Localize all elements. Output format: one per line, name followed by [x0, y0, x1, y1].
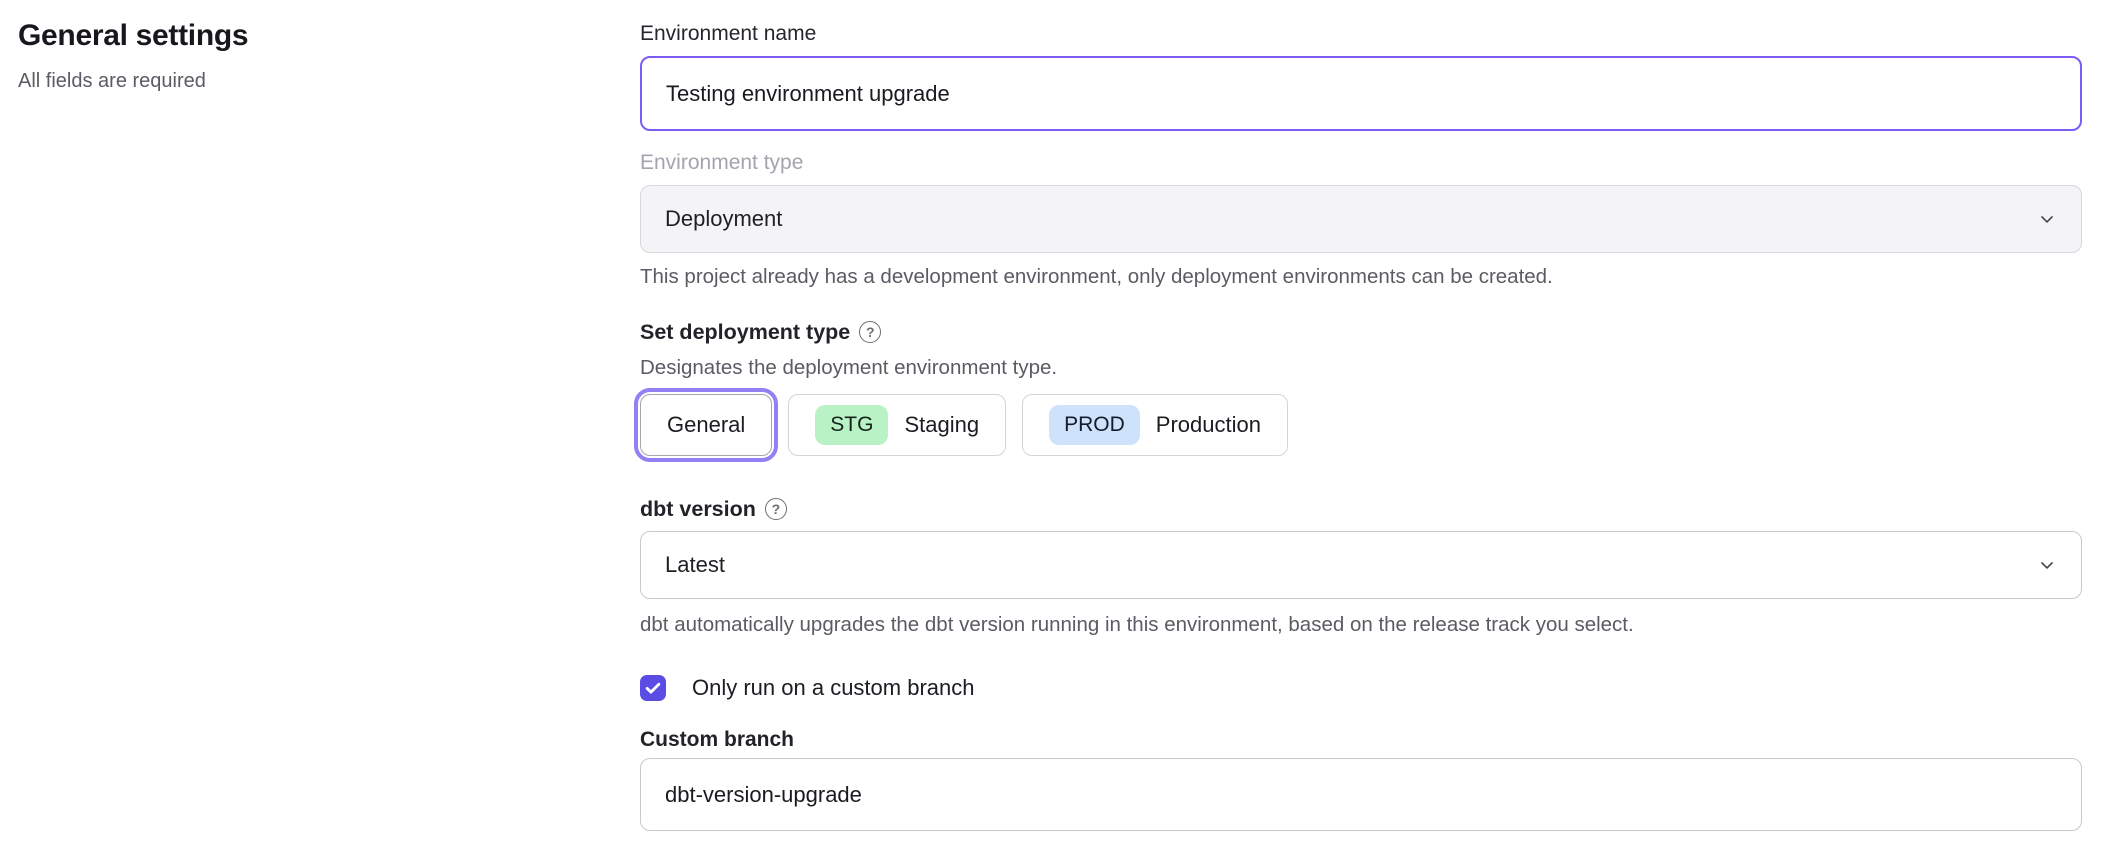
custom-branch-field: Custom branch [640, 726, 2082, 831]
stg-badge: STG [815, 405, 888, 445]
dbt-version-heading-row: dbt version ? [640, 495, 2082, 523]
deployment-type-help-icon[interactable]: ? [859, 321, 881, 343]
environment-name-label: Environment name [640, 20, 2082, 48]
deployment-type-section: Set deployment type ? Designates the dep… [640, 318, 2082, 456]
deployment-type-production-button[interactable]: PROD Production [1022, 394, 1288, 456]
deployment-type-heading: Set deployment type [640, 318, 850, 346]
chevron-down-icon [2037, 555, 2057, 575]
page-subtitle: All fields are required [18, 68, 600, 94]
deployment-type-staging-button[interactable]: STG Staging [788, 394, 1006, 456]
prod-badge: PROD [1049, 405, 1140, 445]
deployment-type-heading-row: Set deployment type ? [640, 318, 2082, 346]
production-button-label: Production [1156, 412, 1261, 438]
environment-type-value: Deployment [665, 206, 782, 232]
custom-branch-toggle-row: Only run on a custom branch [640, 675, 2082, 701]
deployment-type-general-button[interactable]: General [640, 394, 772, 456]
page-title: General settings [18, 14, 600, 58]
settings-header: General settings All fields are required [0, 0, 640, 831]
dbt-version-select[interactable]: Latest [640, 531, 2082, 599]
dbt-version-section: dbt version ? Latest dbt automatically u… [640, 495, 2082, 639]
custom-branch-input[interactable] [640, 758, 2082, 831]
staging-button-label: Staging [904, 412, 979, 438]
custom-branch-label: Custom branch [640, 726, 2082, 754]
custom-branch-checkbox-label[interactable]: Only run on a custom branch [692, 675, 974, 701]
custom-branch-checkbox[interactable] [640, 675, 666, 701]
environment-name-input[interactable] [640, 56, 2082, 131]
environment-type-select: Deployment [640, 185, 2082, 253]
deployment-type-options: General STG Staging PROD Production [640, 394, 2082, 456]
chevron-down-icon [2037, 209, 2057, 229]
dbt-version-help-icon[interactable]: ? [765, 498, 787, 520]
environment-type-label: Environment type [640, 149, 2082, 177]
deployment-type-description: Designates the deployment environment ty… [640, 354, 2082, 382]
environment-settings-page: General settings All fields are required… [0, 0, 2116, 831]
checkmark-icon [643, 678, 663, 698]
general-button-label: General [667, 412, 745, 438]
settings-form: Environment name Environment type Deploy… [640, 0, 2116, 831]
dbt-version-heading: dbt version [640, 495, 756, 523]
environment-type-help-text: This project already has a development e… [640, 263, 2082, 291]
environment-type-field: Environment type Deployment This project… [640, 149, 2082, 291]
dbt-version-value: Latest [665, 552, 725, 578]
dbt-version-help-text: dbt automatically upgrades the dbt versi… [640, 611, 2082, 639]
environment-name-field: Environment name [640, 20, 2082, 131]
